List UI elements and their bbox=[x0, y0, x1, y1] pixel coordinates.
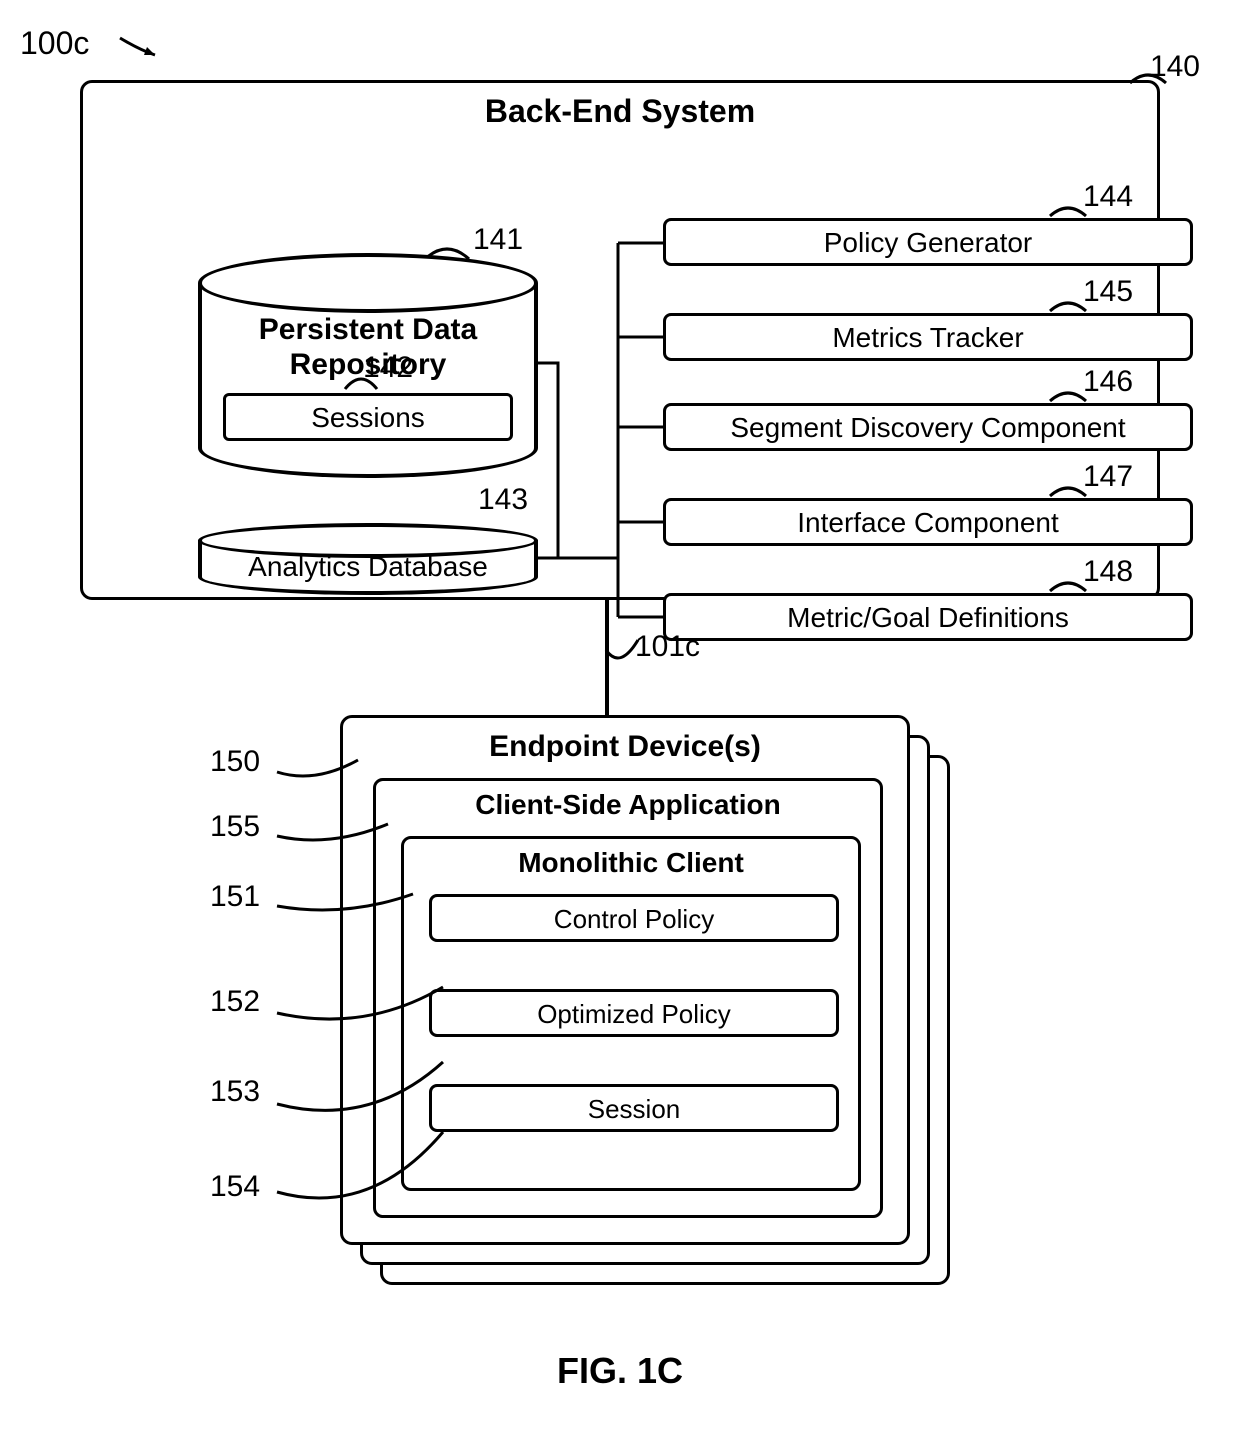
leader-swoosh bbox=[1048, 483, 1088, 498]
session-box: Session bbox=[429, 1084, 839, 1132]
metrics-tracker-box: Metrics Tracker bbox=[663, 313, 1193, 361]
leader-swoosh bbox=[343, 373, 379, 391]
leader-swoosh bbox=[1048, 578, 1088, 593]
leader-line bbox=[275, 985, 445, 1035]
ref-101c: 101c bbox=[635, 630, 700, 664]
leader-swoosh bbox=[1048, 203, 1088, 218]
ref-143: 143 bbox=[478, 483, 528, 517]
sessions-box: Sessions bbox=[223, 393, 513, 441]
leader-line bbox=[275, 822, 390, 852]
optimized-policy-box: Optimized Policy bbox=[429, 989, 839, 1037]
figure-caption: FIG. 1C bbox=[0, 1350, 1240, 1392]
analytics-db-label: Analytics Database bbox=[198, 551, 538, 583]
endpoint-title: Endpoint Device(s) bbox=[343, 730, 907, 764]
interface-component-box: Interface Component bbox=[663, 498, 1193, 546]
leader-line bbox=[275, 758, 360, 788]
ref-144: 144 bbox=[1083, 180, 1133, 214]
control-policy-box: Control Policy bbox=[429, 894, 839, 942]
leader-swoosh bbox=[1048, 298, 1088, 313]
ref-152: 152 bbox=[210, 985, 260, 1019]
ref-145: 145 bbox=[1083, 275, 1133, 309]
ref-153: 153 bbox=[210, 1075, 260, 1109]
backend-title: Back-End System bbox=[485, 93, 755, 130]
client-side-application-box: Client-Side Application Monolithic Clien… bbox=[373, 778, 883, 1218]
ref-155: 155 bbox=[210, 810, 260, 844]
arrow-icon bbox=[115, 30, 165, 60]
leader-line bbox=[275, 892, 415, 922]
ref-150: 150 bbox=[210, 745, 260, 779]
leader-swoosh bbox=[600, 638, 640, 670]
policy-generator-box: Policy Generator bbox=[663, 218, 1193, 266]
segment-discovery-box: Segment Discovery Component bbox=[663, 403, 1193, 451]
ref-100c: 100c bbox=[20, 25, 89, 62]
ref-141: 141 bbox=[473, 223, 523, 257]
leader-line bbox=[275, 1130, 445, 1220]
ref-151: 151 bbox=[210, 880, 260, 914]
leader-swoosh bbox=[1048, 388, 1088, 403]
ref-146: 146 bbox=[1083, 365, 1133, 399]
ref-148: 148 bbox=[1083, 555, 1133, 589]
mono-title: Monolithic Client bbox=[404, 847, 858, 879]
metric-goal-definitions-box: Metric/Goal Definitions bbox=[663, 593, 1193, 641]
ref-147: 147 bbox=[1083, 460, 1133, 494]
csa-title: Client-Side Application bbox=[376, 789, 880, 821]
leader-line bbox=[275, 1060, 445, 1130]
backend-system-box: Back-End System Persistent Data Reposito… bbox=[80, 80, 1160, 600]
ref-154: 154 bbox=[210, 1170, 260, 1204]
monolithic-client-box: Monolithic Client Control Policy Optimiz… bbox=[401, 836, 861, 1191]
analytics-database: Analytics Database bbox=[198, 523, 538, 593]
